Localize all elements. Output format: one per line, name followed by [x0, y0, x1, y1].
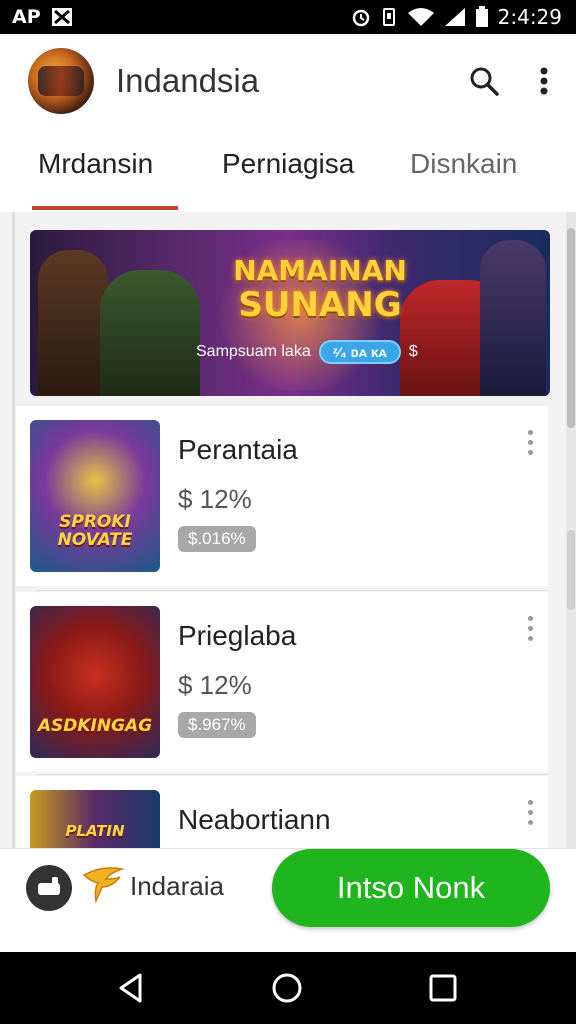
signal-icon [444, 8, 465, 26]
content-area: NAMAINAN SUNANG Sampsuam laka ᶻ⁄₄ ᴅᴀ ᴋᴀ … [0, 212, 576, 848]
item-thumbnail: ASDKINGAG [30, 606, 160, 758]
tab-mrdansin[interactable]: Mrdansin [38, 148, 153, 180]
app-bar: Indandsia [0, 34, 576, 130]
banner-currency-icon: $ [408, 343, 418, 360]
list-item[interactable]: ASDKINGAG Prieglaba $ 12% $.967% [16, 592, 548, 772]
list-item[interactable]: PLATIN Neabortiann [16, 776, 548, 848]
game-controller-icon[interactable] [26, 865, 72, 911]
tab-disnkain[interactable]: Disnkain [410, 148, 517, 180]
back-icon[interactable] [116, 972, 146, 1004]
banner-character-2 [100, 270, 200, 396]
item-price: $ 12% [178, 484, 252, 514]
status-left-text: AP [12, 6, 41, 28]
item-name: Neabortiann [178, 804, 331, 835]
item-price: $ 12% [178, 670, 252, 700]
banner-subtitle-row: Sampsuam laka ᶻ⁄₄ ᴅᴀ ᴋᴀ $ [196, 340, 418, 364]
thumb-label: PLATIN [65, 822, 125, 841]
app-avatar[interactable] [28, 48, 94, 114]
banner-subtitle: Sampsuam laka [196, 343, 311, 360]
item-badge: $.016% [178, 526, 256, 552]
more-vert-icon[interactable] [540, 67, 548, 95]
cta-button[interactable]: Intso Nonk [272, 849, 550, 927]
banner-title: NAMAINAN SUNANG [200, 254, 440, 325]
app-title: Indandsia [116, 62, 260, 99]
search-icon[interactable] [468, 65, 500, 97]
more-vert-icon[interactable] [524, 616, 536, 646]
system-nav-bar [0, 952, 576, 1024]
thumb-label: SPROKI NOVATE [57, 512, 133, 551]
status-time: 2:4:29 [497, 5, 562, 29]
banner-character-4 [480, 240, 546, 396]
home-icon[interactable] [270, 972, 304, 1004]
thumb-label: ASDKINGAG [37, 716, 153, 737]
scroll-thumb-secondary [567, 530, 575, 610]
item-thumbnail: SPROKI NOVATE [30, 420, 160, 572]
bottom-bar: Indaraia Intso Nonk [0, 848, 576, 953]
tab-perniagisa[interactable]: Perniagisa [222, 148, 354, 180]
more-vert-icon[interactable] [524, 430, 536, 460]
no-sim-icon [51, 8, 72, 26]
tab-indicator [32, 206, 178, 210]
divider [36, 590, 548, 591]
tab-bar: Mrdansin Perniagisa Disnkain [0, 128, 576, 213]
promo-banner[interactable]: NAMAINAN SUNANG Sampsuam laka ᶻ⁄₄ ᴅᴀ ᴋᴀ … [30, 230, 550, 396]
alarm-icon [352, 9, 369, 27]
divider [36, 774, 548, 775]
banner-character-1 [38, 250, 108, 396]
banner-title-line2: SUNANG [238, 284, 402, 325]
banner-title-line1: NAMAINAN [233, 254, 407, 287]
item-thumbnail: PLATIN [30, 790, 160, 848]
more-vert-icon[interactable] [524, 800, 536, 830]
bottom-label: Indaraia [130, 871, 224, 901]
scroll-thumb[interactable] [567, 228, 575, 428]
battery-icon [475, 6, 488, 27]
scrollbar[interactable] [566, 212, 576, 848]
left-edge [12, 212, 15, 848]
status-bar: AP 2:4:29 [0, 0, 576, 34]
wifi-icon [407, 8, 434, 26]
item-name: Perantaia [178, 434, 298, 465]
list-item[interactable]: SPROKI NOVATE Perantaia $ 12% $.016% [16, 406, 548, 586]
wing-icon [82, 867, 124, 904]
recents-icon[interactable] [428, 972, 458, 1004]
banner-pill[interactable]: ᶻ⁄₄ ᴅᴀ ᴋᴀ [318, 340, 401, 364]
vibrate-icon [382, 8, 395, 26]
item-name: Prieglaba [178, 620, 297, 651]
item-badge: $.967% [178, 712, 256, 738]
